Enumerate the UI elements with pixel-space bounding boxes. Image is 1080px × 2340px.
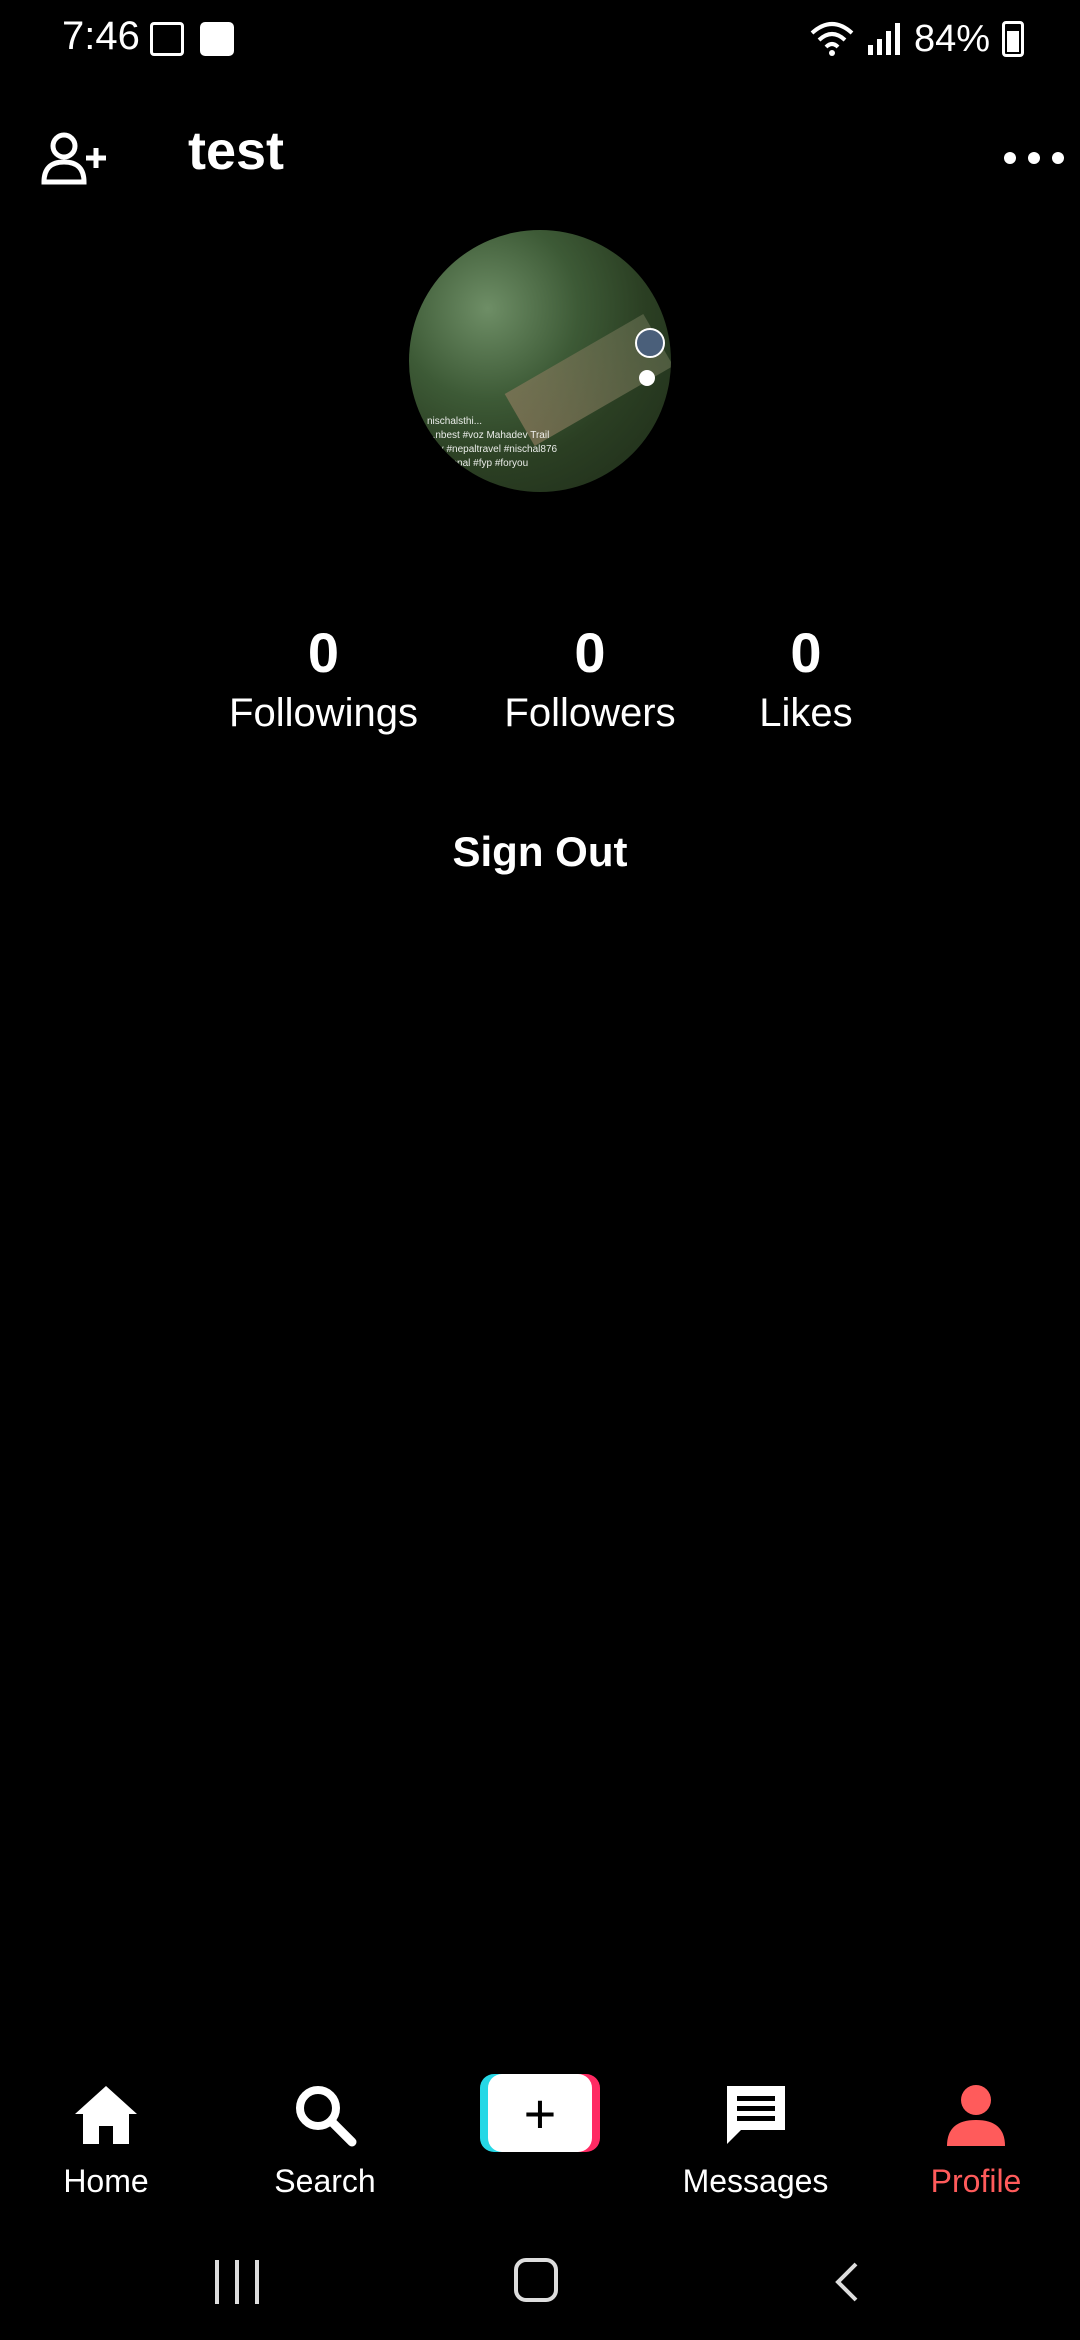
add-user-icon [41, 132, 106, 185]
search-icon [296, 2086, 357, 2147]
message-icon [726, 2086, 785, 2144]
system-nav-bar [0, 2230, 1080, 2340]
sign-out-button[interactable]: Sign Out [0, 828, 1080, 876]
plus-icon: + [488, 2074, 592, 2152]
wifi-icon [810, 22, 854, 56]
more-icon-dot [1004, 152, 1016, 164]
stat-followers[interactable]: 0 Followers [500, 620, 680, 736]
nav-messages[interactable]: Messages [678, 2080, 833, 2200]
battery-percent: 84% [913, 17, 990, 60]
profile-icon [947, 2085, 1005, 2146]
status-time: 7:46 [62, 14, 140, 58]
nav-search[interactable]: Search [270, 2080, 380, 2200]
nav-home-label: Home [63, 2163, 149, 2199]
followers-label: Followers [504, 691, 676, 735]
avatar[interactable]: nischalsthi... ...nbest #voz Mahadev Tra… [409, 230, 671, 492]
more-icon-dot [1052, 152, 1064, 164]
signal-icon [867, 23, 900, 55]
likes-count: 0 [790, 621, 822, 684]
more-icon-dot [1028, 152, 1040, 164]
followers-count: 0 [574, 621, 606, 684]
back-icon[interactable] [826, 2260, 870, 2304]
more-options-button[interactable] [1004, 138, 1064, 178]
nav-search-label: Search [274, 2163, 376, 2199]
nav-profile-label: Profile [930, 2163, 1022, 2199]
nav-messages-label: Messages [682, 2163, 829, 2199]
image-icon [200, 22, 234, 56]
home-icon [75, 2086, 137, 2144]
stat-followings[interactable]: 0 Followings [226, 620, 421, 736]
followings-label: Followings [229, 691, 418, 735]
stat-likes[interactable]: 0 Likes [756, 620, 856, 736]
status-right: 84% [810, 14, 1024, 64]
recents-icon[interactable] [215, 2260, 259, 2304]
add-user-button[interactable] [40, 128, 110, 188]
profile-title: test [188, 121, 285, 181]
avatar-overlay-icon [635, 328, 665, 358]
nav-profile[interactable]: Profile [914, 2080, 1038, 2200]
profile-stats: 0 Followings 0 Followers 0 Likes [0, 620, 1080, 760]
nav-home[interactable]: Home [56, 2080, 156, 2200]
home-button-icon[interactable] [514, 2258, 558, 2302]
likes-label: Likes [759, 691, 853, 735]
status-bar: 7:46 84% [0, 0, 1080, 80]
bottom-nav: Home Search + Messages Profile [0, 2060, 1080, 2210]
profile-header: test [0, 110, 1080, 202]
followings-count: 0 [307, 621, 340, 684]
add-video-button[interactable]: + [480, 2074, 600, 2152]
key-icon [150, 22, 184, 56]
avatar-caption: nischalsthi... ...nbest #voz Mahadev Tra… [427, 416, 558, 469]
battery-icon [1002, 21, 1024, 57]
heart-icon [639, 370, 655, 386]
